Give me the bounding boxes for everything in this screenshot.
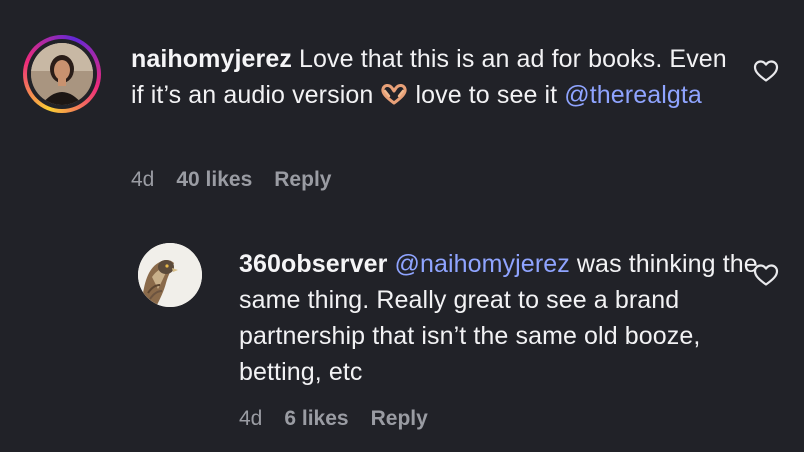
mention-link[interactable]: @naihomyjerez	[394, 250, 569, 278]
hawk-avatar-photo	[138, 243, 202, 307]
comment-timestamp: 4d	[239, 407, 263, 430]
comment-username[interactable]: 360observer	[239, 250, 387, 278]
comment-body: 360observer @naihomyjerez was thinking t…	[239, 246, 759, 390]
comment-username[interactable]: naihomyjerez	[131, 45, 292, 73]
reply-button[interactable]: Reply	[371, 407, 428, 431]
heart-outline-icon[interactable]	[753, 59, 779, 83]
reply-button[interactable]: Reply	[274, 168, 331, 192]
comment-body: naihomyjerez Love that this is an ad for…	[131, 41, 741, 113]
comment-360observer: 360observer @naihomyjerez was thinking t…	[0, 230, 804, 452]
avatar[interactable]	[138, 243, 202, 307]
comment-timestamp: 4d	[131, 168, 155, 191]
likes-count[interactable]: 6 likes	[284, 407, 348, 431]
mention-link[interactable]: @therealgta	[564, 81, 702, 109]
heart-outline-icon[interactable]	[753, 263, 779, 287]
avatar-photo	[31, 43, 93, 105]
comment-meta: 4d 6 likes Reply	[239, 407, 428, 431]
likes-count[interactable]: 40 likes	[176, 168, 252, 192]
avatar[interactable]	[23, 35, 101, 113]
comment-naihomyjerez: naihomyjerez Love that this is an ad for…	[0, 0, 804, 210]
comment-text-continued: love to see it	[415, 81, 558, 109]
comment-meta: 4d 40 likes Reply	[131, 168, 331, 192]
heart-hands-emoji-icon	[380, 79, 408, 105]
